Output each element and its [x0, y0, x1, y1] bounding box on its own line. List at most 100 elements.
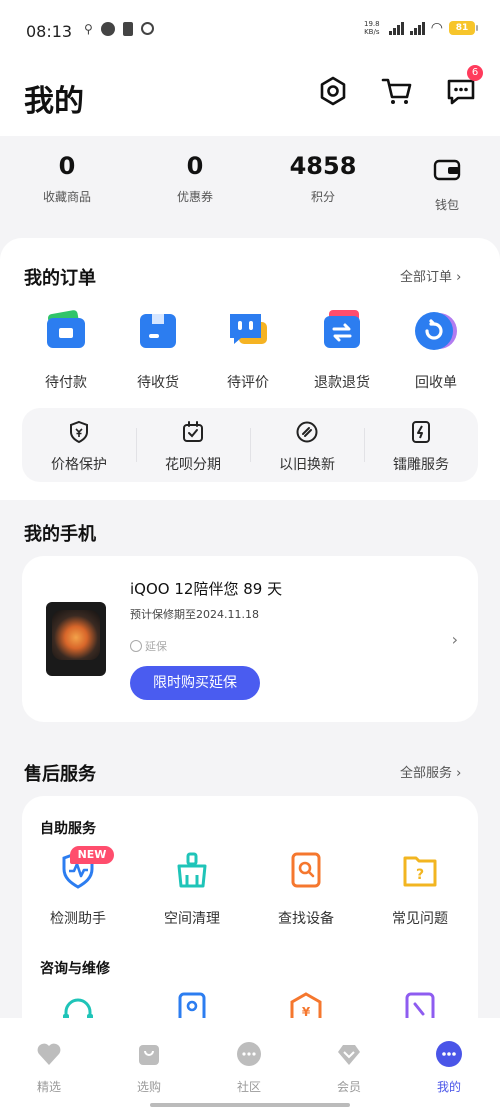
- order-pending-review[interactable]: 待评价: [208, 308, 288, 392]
- heart-icon: [37, 1043, 61, 1065]
- nav-shop[interactable]: 选购: [114, 1040, 184, 1095]
- nav-label: 社区: [236, 1080, 261, 1094]
- clock-icon: [130, 640, 142, 652]
- stat-value: 0: [186, 152, 204, 180]
- block-notify-icon: [140, 22, 154, 35]
- status-bar: 08:13 ⚲ 19.8 KB/s ◠ 81: [0, 0, 500, 60]
- buy-extended-warranty-button[interactable]: 限时购买延保: [130, 666, 260, 700]
- settings-icon[interactable]: [316, 74, 350, 108]
- notification-icons: ⚲: [84, 22, 154, 36]
- service-installment[interactable]: 花呗分期: [136, 420, 250, 474]
- home-indicator[interactable]: [150, 1103, 350, 1107]
- message-notify-icon: [100, 22, 115, 36]
- status-right: 19.8 KB/s ◠ 81: [361, 20, 478, 36]
- chat-icon: [237, 1042, 261, 1066]
- stat-label: 积分: [310, 190, 335, 204]
- message-badge: 6: [467, 65, 483, 81]
- consult-repair-title: 咨询与维修: [40, 961, 110, 977]
- wallet-icon: [433, 159, 461, 181]
- service-label: 以旧换新: [279, 457, 335, 473]
- my-phone-title: 我的手机: [24, 524, 96, 545]
- service-faq[interactable]: ? 常见问题: [370, 850, 470, 928]
- trade-in-icon: [296, 421, 318, 443]
- signal-1-icon: [388, 21, 404, 35]
- cart-icon[interactable]: [380, 74, 414, 108]
- refund-icon: [324, 310, 360, 348]
- order-label: 待收货: [137, 375, 179, 391]
- nav-community[interactable]: 社区: [214, 1040, 284, 1095]
- box-icon: [140, 314, 176, 348]
- order-recycle[interactable]: 回收单: [396, 308, 476, 392]
- orders-title: 我的订单: [24, 268, 96, 289]
- service-label: 镭雕服务: [393, 457, 449, 473]
- order-pending-payment[interactable]: 待付款: [26, 308, 106, 392]
- stat-favorites[interactable]: 0 收藏商品: [12, 152, 122, 205]
- recycle-icon: [415, 312, 457, 350]
- status-time: 08:13: [26, 22, 73, 41]
- nav-label: 会员: [336, 1080, 361, 1094]
- all-services-link[interactable]: 全部服务 ›: [400, 762, 461, 781]
- service-label: 常见问题: [392, 911, 448, 927]
- order-refund[interactable]: 退款退货: [302, 308, 382, 392]
- new-badge: NEW: [70, 846, 114, 864]
- service-price-protection[interactable]: 价格保护: [22, 420, 136, 474]
- profile-icon: [436, 1041, 462, 1067]
- phone-name: iQOO 12陪伴您 89 天: [130, 580, 283, 598]
- my-phone-card[interactable]: iQOO 12陪伴您 89 天 预计保修期至2024.11.18 延保 限时购买…: [22, 556, 478, 722]
- nav-label: 我的: [436, 1080, 461, 1094]
- order-label: 待评价: [227, 375, 269, 391]
- stat-value: 0: [58, 152, 76, 180]
- phone-warranty: 预计保修期至2024.11.18: [130, 608, 259, 621]
- svg-text:¥: ¥: [302, 1005, 311, 1019]
- service-laser-engraving[interactable]: 镭雕服务: [364, 420, 478, 474]
- self-service-title: 自助服务: [40, 821, 96, 837]
- service-label: 价格保护: [51, 457, 107, 473]
- nav-label: 选购: [136, 1080, 161, 1094]
- faq-folder-icon: ?: [403, 856, 437, 887]
- stat-value: 4858: [289, 152, 357, 180]
- service-storage-clean[interactable]: 空间清理: [142, 850, 242, 928]
- order-pending-receipt[interactable]: 待收货: [118, 308, 198, 392]
- service-label: 空间清理: [164, 911, 220, 927]
- stat-label: 收藏商品: [42, 190, 91, 204]
- wallet-label: 钱包: [434, 198, 459, 212]
- calendar-check-icon: [183, 421, 203, 442]
- service-find-device[interactable]: 查找设备: [256, 850, 356, 928]
- nav-label: 精选: [36, 1080, 61, 1094]
- stats-row: 0 收藏商品 0 优惠券 4858 积分 钱包: [0, 136, 500, 226]
- order-label: 退款退货: [314, 375, 370, 391]
- stat-coupons[interactable]: 0 优惠券: [140, 152, 250, 205]
- page-title: 我的: [24, 84, 84, 119]
- nav-featured[interactable]: 精选: [14, 1040, 84, 1095]
- page-header: 我的: [0, 60, 500, 136]
- stat-points[interactable]: 4858 积分: [268, 152, 378, 205]
- after-sales-card: 自助服务 检测助手 空间清理 查找设备 ? 常见问题 咨询与维修 ¥: [22, 796, 478, 1036]
- battery-level: 81: [449, 21, 475, 35]
- usb-icon: ⚲: [84, 22, 93, 36]
- wallet-button[interactable]: 钱包: [424, 158, 470, 213]
- nav-membership[interactable]: 会员: [314, 1040, 384, 1095]
- wifi-icon: ◠: [430, 20, 443, 36]
- net-speed: 19.8 KB/s: [363, 20, 380, 36]
- order-label: 待付款: [45, 375, 87, 391]
- battery-icon: 81: [449, 21, 478, 35]
- extended-warranty-label: 延保: [145, 640, 167, 653]
- signal-2-icon: [409, 21, 425, 35]
- after-sales-title: 售后服务: [24, 764, 96, 785]
- order-services-row: 价格保护 花呗分期 以旧换新 镭雕服务: [22, 408, 478, 482]
- all-orders-link[interactable]: 全部订单 ›: [400, 266, 461, 285]
- service-label: 查找设备: [278, 911, 334, 927]
- service-trade-in[interactable]: 以旧换新: [250, 420, 364, 474]
- svg-text:?: ?: [416, 867, 424, 883]
- lock-notify-icon: [122, 22, 133, 36]
- bottom-nav: 精选 选购 社区 会员 我的: [0, 1018, 500, 1111]
- diamond-icon: [338, 1045, 360, 1065]
- service-label: 检测助手: [50, 911, 106, 927]
- nav-mine[interactable]: 我的: [414, 1040, 484, 1095]
- service-label: 花呗分期: [165, 457, 221, 473]
- find-device-icon: [291, 852, 321, 888]
- phone-image: [46, 602, 106, 676]
- wallet-card-icon: [47, 310, 85, 348]
- bag-icon: [139, 1045, 159, 1065]
- laser-icon: [412, 421, 430, 443]
